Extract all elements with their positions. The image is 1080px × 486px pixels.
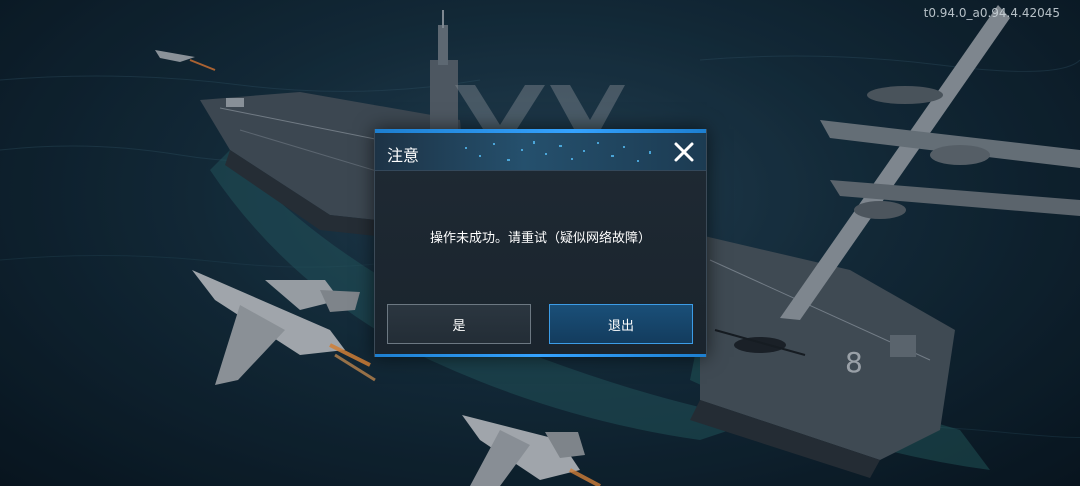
exit-button-label: 退出	[607, 318, 634, 334]
header-sparkle-pattern	[465, 141, 651, 162]
yes-button[interactable]: 是	[387, 304, 531, 344]
exit-button[interactable]: 退出	[549, 304, 693, 344]
version-label: t0.94.0_a0.94.4.42045	[923, 6, 1060, 20]
alert-dialog: 注意 操作未成功。请重试（疑似网络故障） 是 退出	[374, 129, 707, 357]
dialog-header: 注意	[375, 133, 706, 171]
yes-button-label: 是	[452, 318, 466, 334]
dialog-title: 注意	[387, 146, 420, 165]
dialog-message: 操作未成功。请重试（疑似网络故障）	[429, 231, 651, 246]
game-screen: 8 t0.94.0_a0.94.4.42045 注意 操作未成功。请重试（疑似网…	[0, 0, 1080, 486]
close-button[interactable]	[672, 140, 696, 164]
dialog-bottom-accent	[375, 354, 706, 357]
close-icon	[674, 142, 694, 162]
